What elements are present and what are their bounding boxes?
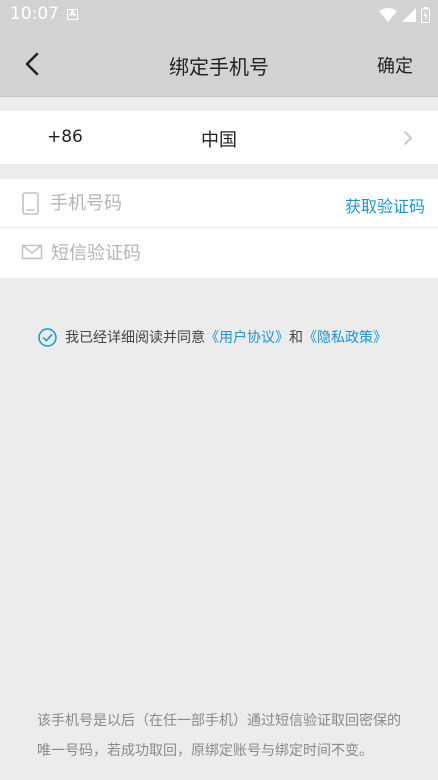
nav-bar: 绑定手机号 确定 <box>0 30 438 97</box>
code-row <box>0 229 438 278</box>
page-title: 绑定手机号 <box>169 55 269 79</box>
country-selector[interactable]: +86 中国 <box>0 111 438 164</box>
footer-note: 该手机号是以后（在任一部手机）通过短信验证取回密保的唯一号码，若成功取回，原绑定… <box>37 713 401 759</box>
status-icons <box>379 6 430 24</box>
sms-code-input[interactable] <box>51 240 331 266</box>
notification-badge: A <box>67 9 78 20</box>
check-circle-icon[interactable] <box>38 327 57 347</box>
signal-icon <box>402 8 416 22</box>
confirm-button[interactable]: 确定 <box>377 52 413 78</box>
status-time: 10:07 <box>10 4 59 24</box>
wifi-icon <box>379 8 397 22</box>
phone-input[interactable] <box>50 190 330 216</box>
phone-icon <box>22 192 39 215</box>
user-agreement-link[interactable]: 《用户协议》 <box>205 327 289 347</box>
phone-row: 获取验证码 <box>0 179 438 228</box>
mail-icon <box>21 244 43 260</box>
privacy-policy-link[interactable]: 《隐私政策》 <box>303 327 387 347</box>
country-name: 中国 <box>201 130 237 151</box>
battery-icon <box>421 7 430 23</box>
agreement-and: 和 <box>289 330 303 346</box>
agreement-row: 我已经详细阅读并同意 《用户协议》 和 《隐私政策》 <box>38 327 387 347</box>
status-bar: 10:07 A <box>0 0 438 30</box>
get-code-button[interactable]: 获取验证码 <box>345 193 425 217</box>
chevron-right-icon <box>404 131 412 145</box>
agreement-text: 我已经详细阅读并同意 <box>65 330 205 346</box>
bind-phone-form: 获取验证码 <box>0 179 438 278</box>
